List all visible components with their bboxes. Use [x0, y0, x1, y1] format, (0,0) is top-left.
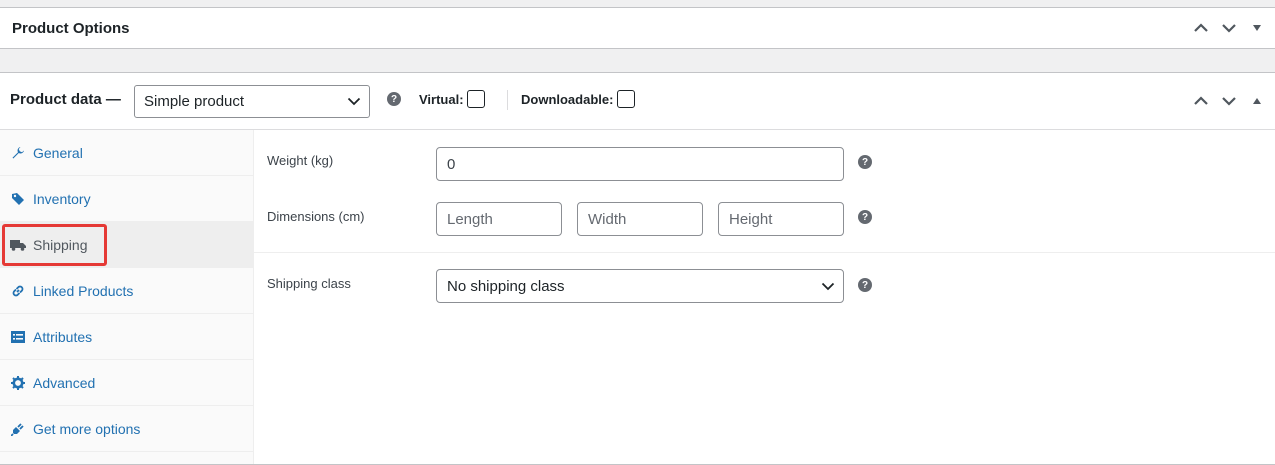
weight-label: Weight (kg) — [267, 153, 334, 168]
chevron-down-icon — [1222, 24, 1236, 33]
help-icon[interactable]: ? — [858, 155, 872, 169]
weight-input[interactable]: 0 — [436, 147, 844, 181]
length-input[interactable]: Length — [436, 202, 562, 236]
product-data-controls — [1187, 73, 1271, 129]
product-data-tabs: General Inventory Shipping Linked Produc… — [0, 130, 254, 464]
width-input[interactable]: Width — [577, 202, 703, 236]
chevron-down-icon — [347, 97, 361, 106]
help-icon[interactable]: ? — [858, 210, 872, 224]
gear-icon — [10, 375, 26, 391]
tab-label: Inventory — [33, 190, 91, 207]
shipping-class-value: No shipping class — [447, 278, 565, 295]
caret-up-icon — [1253, 98, 1261, 104]
virtual-checkbox[interactable] — [467, 90, 485, 108]
help-icon[interactable]: ? — [387, 92, 401, 106]
product-type-select[interactable]: Simple product — [134, 85, 370, 118]
list-icon — [10, 329, 26, 345]
truck-icon — [10, 237, 26, 253]
chevron-up-icon — [1194, 23, 1208, 32]
shipping-class-label: Shipping class — [267, 276, 351, 291]
downloadable-checkbox[interactable] — [617, 90, 635, 108]
tag-icon — [10, 191, 26, 207]
product-type-value: Simple product — [144, 93, 245, 110]
tab-inventory[interactable]: Inventory — [0, 176, 253, 222]
tab-linked-products[interactable]: Linked Products — [0, 268, 253, 314]
tab-label: Linked Products — [33, 282, 134, 299]
tab-advanced[interactable]: Advanced — [0, 360, 253, 406]
tab-label: Shipping — [33, 236, 88, 253]
tab-label: Attributes — [33, 328, 93, 345]
virtual-label: Virtual: — [419, 92, 464, 107]
divider — [507, 90, 508, 110]
wrench-icon — [10, 145, 26, 161]
product-options-controls — [1187, 8, 1271, 48]
chevron-down-icon — [1222, 97, 1236, 106]
plugin-icon — [10, 421, 26, 437]
caret-down-icon — [1253, 25, 1261, 31]
move-up-button[interactable] — [1187, 87, 1215, 115]
link-icon — [10, 283, 26, 299]
tab-get-more-options[interactable]: Get more options — [0, 406, 253, 452]
chevron-down-icon — [821, 282, 835, 291]
tab-label: Advanced — [33, 374, 96, 391]
toggle-panel-button[interactable] — [1243, 87, 1271, 115]
product-data-panel: Product data — Simple product ? Virtual:… — [0, 72, 1275, 465]
height-input[interactable]: Height — [718, 202, 844, 236]
chevron-up-icon — [1194, 96, 1208, 105]
dimensions-label: Dimensions (cm) — [267, 209, 365, 224]
tab-attributes[interactable]: Attributes — [0, 314, 253, 360]
product-data-label: Product data — — [10, 91, 121, 108]
move-up-button[interactable] — [1187, 14, 1215, 42]
move-down-button[interactable] — [1215, 87, 1243, 115]
tab-label: General — [33, 144, 83, 161]
shipping-panel: Weight (kg) 0 ? Dimensions (cm) Length W… — [254, 130, 1275, 464]
help-icon[interactable]: ? — [858, 278, 872, 292]
product-options-title: Product Options — [12, 20, 130, 37]
tab-label: Get more options — [33, 420, 141, 437]
tab-general[interactable]: General — [0, 130, 253, 176]
product-options-panel: Product Options — [0, 7, 1275, 49]
move-down-button[interactable] — [1215, 14, 1243, 42]
tab-shipping[interactable]: Shipping — [0, 222, 253, 268]
toggle-panel-button[interactable] — [1243, 14, 1271, 42]
product-data-header: Product data — Simple product ? Virtual:… — [0, 73, 1275, 130]
downloadable-label: Downloadable: — [521, 92, 614, 107]
section-divider — [254, 252, 1275, 253]
shipping-class-select[interactable]: No shipping class — [436, 269, 844, 303]
